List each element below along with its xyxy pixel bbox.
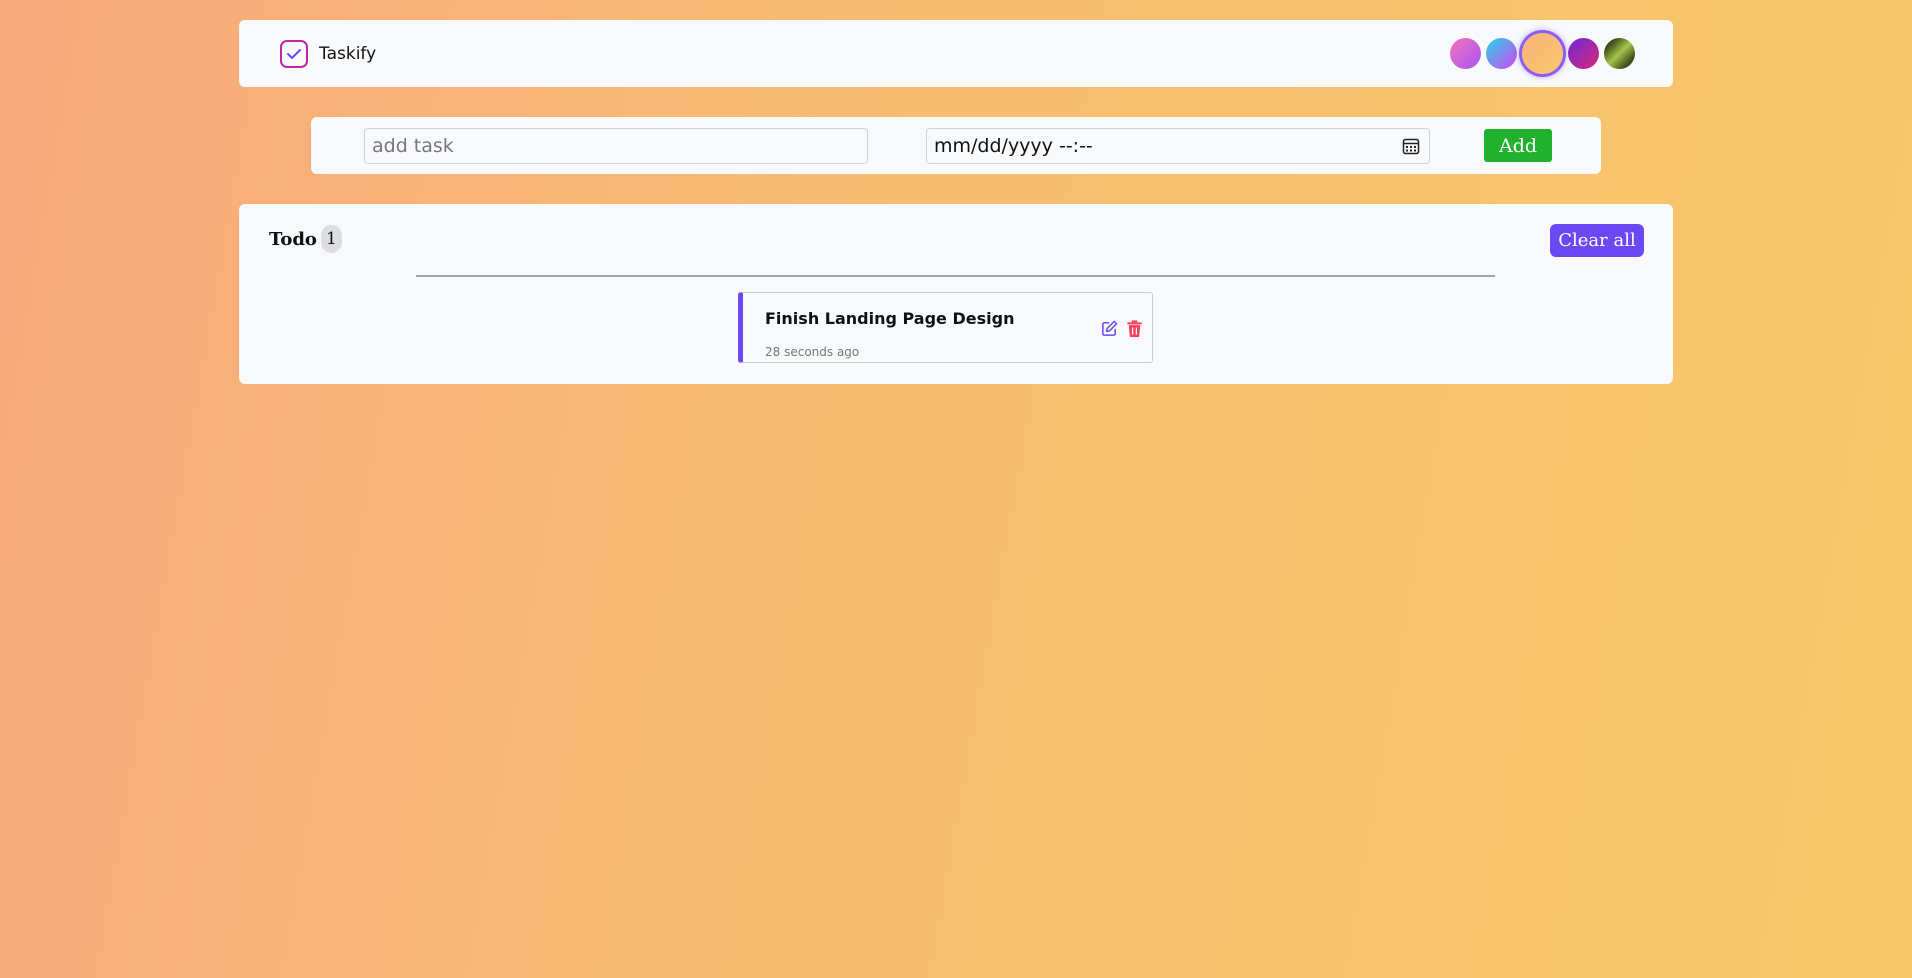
theme-swatch-olive-green[interactable] [1604, 38, 1635, 69]
task-timestamp: 28 seconds ago [765, 345, 860, 359]
add-task-form: mm/dd/yyyy --:-- Add [311, 117, 1601, 174]
header-bar: Taskify [239, 20, 1673, 87]
theme-swatch-cyan-magenta[interactable] [1486, 38, 1517, 69]
theme-swatch-purple-pink[interactable] [1568, 38, 1599, 69]
clear-all-button[interactable]: Clear all [1550, 224, 1644, 257]
divider [416, 275, 1495, 277]
task-card[interactable]: Finish Landing Page Design 28 seconds ag… [738, 292, 1153, 363]
task-actions [1100, 319, 1144, 338]
todo-count-badge: 1 [320, 225, 342, 253]
todo-panel: Todo 1 Clear all Finish Landing Page Des… [239, 204, 1673, 384]
checklist-icon [280, 39, 308, 68]
theme-swatch-pink-purple[interactable] [1450, 38, 1481, 69]
task-name: Finish Landing Page Design [765, 309, 1015, 328]
todo-title: Todo [269, 228, 317, 250]
task-input[interactable] [364, 128, 868, 164]
due-date-value: mm/dd/yyyy --:-- [934, 135, 1093, 157]
theme-swatch-peach-orange[interactable] [1522, 33, 1563, 74]
trash-icon[interactable] [1125, 319, 1144, 338]
edit-icon[interactable] [1100, 319, 1119, 338]
calendar-icon[interactable] [1402, 137, 1420, 155]
add-button[interactable]: Add [1484, 129, 1552, 162]
brand-name: Taskify [319, 43, 377, 64]
theme-picker [1450, 33, 1635, 74]
todo-heading: Todo 1 [269, 225, 342, 253]
brand[interactable]: Taskify [279, 39, 376, 69]
due-date-input[interactable]: mm/dd/yyyy --:-- [926, 128, 1430, 164]
